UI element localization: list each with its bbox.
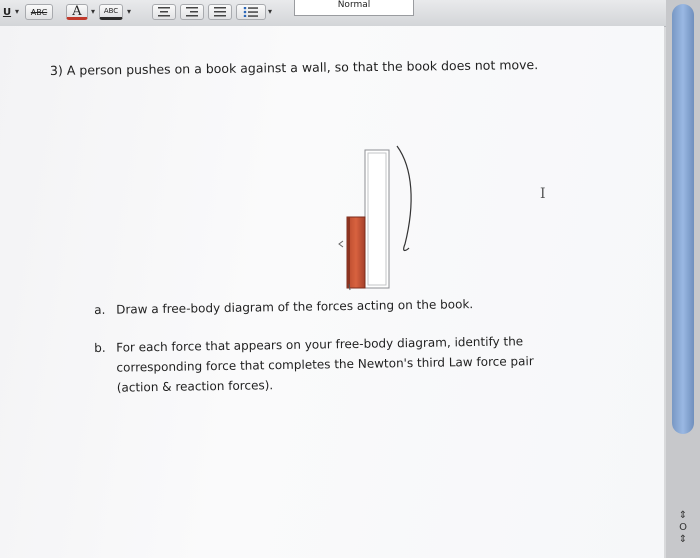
underline-dropdown-caret-icon[interactable]: ▾ [15,7,19,16]
scrollbar-thumb[interactable] [672,4,694,434]
strikethrough-button[interactable]: ABC [25,4,53,20]
justify-button[interactable] [208,4,232,20]
highlight-dropdown-caret-icon[interactable]: ▾ [127,7,131,16]
style-select[interactable]: Normal [294,0,414,16]
list-icon [243,7,258,17]
small-arrow-mark [338,240,344,248]
align-right-icon [186,7,198,17]
book-wall-diagram [335,140,445,304]
underline-button[interactable]: U [0,4,14,20]
wall-shape [364,149,390,289]
align-center-button[interactable] [152,4,176,20]
formatting-toolbar: U ▾ ABC A ▾ ABC ▾ ▾ Normal [0,0,700,27]
font-color-dropdown-caret-icon[interactable]: ▾ [91,7,95,16]
justify-icon [214,7,226,17]
align-right-button[interactable] [180,4,204,20]
item-letter: b. [94,340,106,355]
person-hand-outline [396,145,412,252]
vertical-scrollbar[interactable]: ⇕ O ⇕ [666,0,700,558]
highlight-button[interactable]: ABC [99,4,123,20]
item-text-line-3: (action & reaction forces). [116,378,274,395]
list-button[interactable] [236,4,266,20]
font-color-button[interactable]: A [66,4,88,20]
document-page[interactable] [0,26,664,558]
list-dropdown-caret-icon[interactable]: ▾ [268,7,272,16]
book-wall-illustration [338,145,412,291]
scroll-controls[interactable]: ⇕ O ⇕ [674,510,692,546]
text-cursor-icon: I [540,186,546,202]
align-center-icon [158,7,170,17]
item-letter: a. [94,302,106,317]
